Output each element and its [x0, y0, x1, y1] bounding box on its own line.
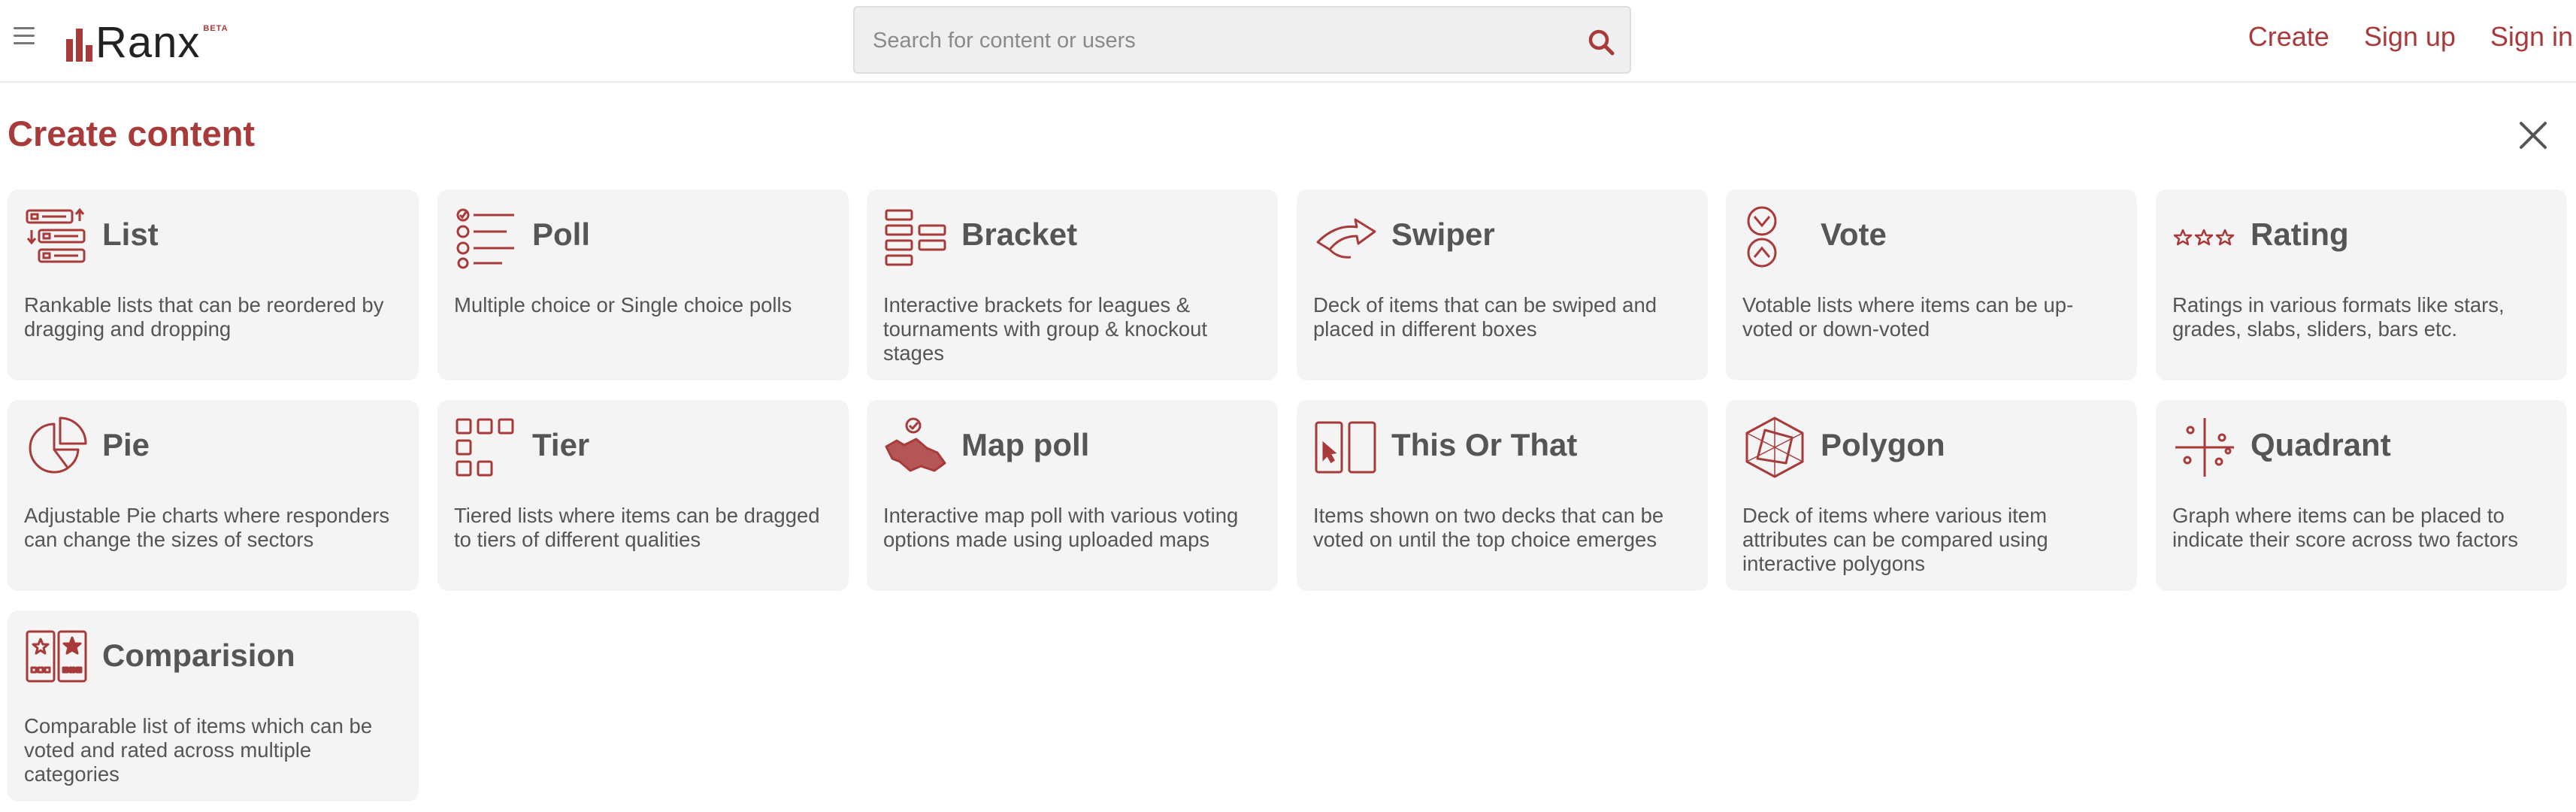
card-description: Tiered lists where items can be dragged …: [454, 504, 820, 551]
create-link[interactable]: Create: [2248, 21, 2329, 53]
top-bar: Ranx BETA Create Sign up Sign in: [0, 0, 2576, 83]
quadrant-icon: [2172, 415, 2237, 480]
card-title: Quadrant: [2251, 427, 2391, 462]
card-swiper[interactable]: Swiper Deck of items that can be swiped …: [1297, 189, 1708, 380]
logo-bars-icon: [66, 29, 92, 62]
card-quadrant[interactable]: Quadrant Graph where items can be placed…: [2156, 400, 2567, 591]
card-description: Interactive map poll with various voting…: [883, 504, 1239, 551]
card-title: This Or That: [1391, 427, 1578, 462]
vote-icon: [1742, 205, 1807, 269]
pie-icon: [24, 415, 89, 480]
card-description: Comparable list of items which can be vo…: [24, 714, 373, 786]
card-title: Map poll: [961, 427, 1090, 462]
card-description: Graph where items can be placed to indic…: [2172, 504, 2519, 551]
this-or-that-icon: [1313, 415, 1378, 480]
card-description: Deck of items that can be swiped and pla…: [1313, 293, 1657, 341]
polygon-icon: [1742, 415, 1807, 480]
hamburger-menu-icon[interactable]: [14, 27, 35, 47]
card-title: Comparision: [102, 638, 295, 673]
search-bar: [853, 6, 1631, 74]
card-title: Tier: [532, 427, 590, 462]
poll-icon: [454, 205, 519, 269]
card-description: Ratings in various formats like stars, g…: [2172, 293, 2505, 341]
comparison-icon: [24, 626, 89, 690]
card-polygon[interactable]: Polygon Deck of items where various item…: [1726, 400, 2137, 591]
card-description: Adjustable Pie charts where responders c…: [24, 504, 390, 551]
rating-icon: [2172, 205, 2237, 269]
page-title: Create content: [8, 114, 256, 153]
logo-text: Ranx: [95, 18, 201, 67]
card-map-poll[interactable]: Map poll Interactive map poll with vario…: [867, 400, 1278, 591]
beta-badge: BETA: [203, 24, 229, 33]
card-description: Items shown on two decks that can be vot…: [1313, 504, 1664, 551]
card-vote[interactable]: Vote Votable lists where items can be up…: [1726, 189, 2137, 380]
card-title: Bracket: [961, 217, 1078, 252]
list-icon: [24, 205, 89, 269]
card-description: Interactive brackets for leagues & tourn…: [883, 293, 1208, 365]
bracket-icon: [883, 205, 948, 269]
card-rating[interactable]: Rating Ratings in various formats like s…: [2156, 189, 2567, 380]
close-icon[interactable]: [2517, 119, 2550, 152]
map-poll-icon: [883, 415, 948, 480]
card-list[interactable]: List Rankable lists that can be reordere…: [8, 189, 419, 380]
card-title: Rating: [2251, 217, 2349, 252]
card-description: Multiple choice or Single choice polls: [454, 293, 792, 317]
sign-in-link[interactable]: Sign in: [2490, 21, 2573, 53]
search-icon[interactable]: [1586, 27, 1616, 57]
card-pie[interactable]: Pie Adjustable Pie charts where responde…: [8, 400, 419, 591]
card-title: Poll: [532, 217, 591, 252]
card-title: Vote: [1821, 217, 1887, 252]
card-tier[interactable]: Tier Tiered lists where items can be dra…: [437, 400, 849, 591]
search-input[interactable]: [871, 8, 1551, 74]
tier-icon: [454, 415, 519, 480]
card-title: List: [102, 217, 159, 252]
card-title: Polygon: [1821, 427, 1945, 462]
card-poll[interactable]: Poll Multiple choice or Single choice po…: [437, 189, 849, 380]
card-description: Votable lists where items can be up-vote…: [1742, 293, 2074, 341]
card-description: Rankable lists that can be reordered by …: [24, 293, 384, 341]
sign-up-link[interactable]: Sign up: [2364, 21, 2456, 53]
ranx-logo[interactable]: Ranx BETA: [66, 18, 229, 67]
card-bracket[interactable]: Bracket Interactive brackets for leagues…: [867, 189, 1278, 380]
swiper-icon: [1313, 205, 1378, 269]
card-title: Swiper: [1391, 217, 1495, 252]
header-nav: Create Sign up Sign in: [2248, 21, 2573, 53]
card-description: Deck of items where various item attribu…: [1742, 504, 2048, 575]
card-title: Pie: [102, 427, 150, 462]
card-this-or-that[interactable]: This Or That Items shown on two decks th…: [1297, 400, 1708, 591]
card-comparison[interactable]: Comparision Comparable list of items whi…: [8, 611, 419, 801]
